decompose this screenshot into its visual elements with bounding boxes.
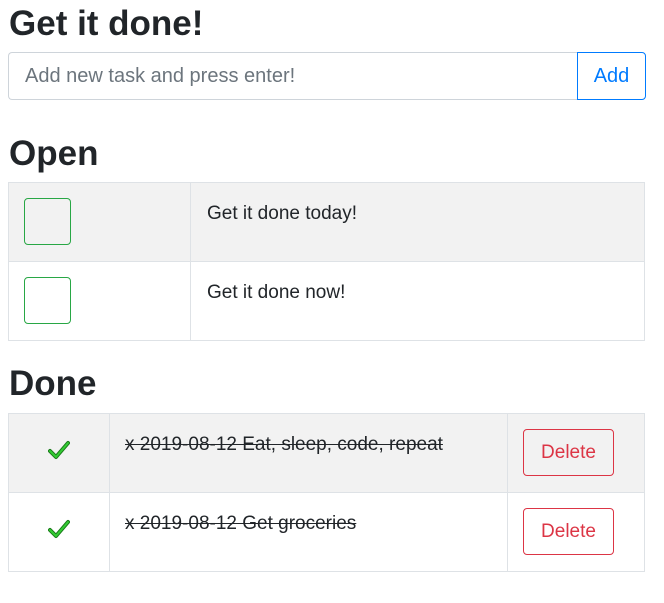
complete-task-checkbox[interactable] (24, 198, 71, 245)
done-section-title: Done (9, 364, 97, 403)
done-mark-cell (8, 492, 110, 572)
open-task-row: Get it done now! (8, 261, 645, 341)
done-task-row: x 2019-08-12 Get groceries Delete (8, 492, 645, 572)
open-task-check-cell (8, 182, 191, 262)
check-icon (48, 520, 70, 538)
complete-task-checkbox[interactable] (24, 277, 71, 324)
add-task-form: Add (8, 52, 646, 100)
done-task-action-cell: Delete (507, 492, 645, 572)
done-task-text: x 2019-08-12 Get groceries (109, 492, 508, 572)
check-icon (48, 441, 70, 459)
done-mark-cell (8, 413, 110, 493)
open-tasks-table: Get it done today! Get it done now! (8, 182, 645, 341)
delete-button[interactable]: Delete (523, 429, 614, 476)
open-task-check-cell (8, 261, 191, 341)
open-section-title: Open (9, 134, 99, 173)
open-task-row: Get it done today! (8, 182, 645, 262)
new-task-input[interactable] (8, 52, 577, 100)
page-title: Get it done! (9, 4, 204, 43)
open-task-text: Get it done today! (190, 182, 645, 262)
done-task-action-cell: Delete (507, 413, 645, 493)
add-button[interactable]: Add (577, 52, 646, 100)
done-task-text: x 2019-08-12 Eat, sleep, code, repeat (109, 413, 508, 493)
open-task-text: Get it done now! (190, 261, 645, 341)
done-task-row: x 2019-08-12 Eat, sleep, code, repeat De… (8, 413, 645, 493)
done-tasks-table: x 2019-08-12 Eat, sleep, code, repeat De… (8, 413, 645, 572)
delete-button[interactable]: Delete (523, 508, 614, 555)
